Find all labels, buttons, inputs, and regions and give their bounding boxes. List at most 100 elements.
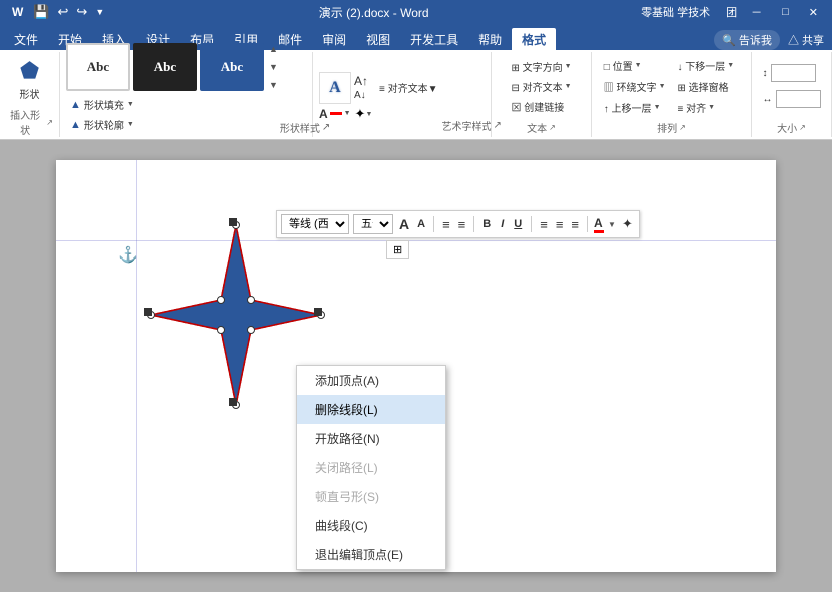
- ribbon-group-text: ⊞ 文字方向▼ ⊟ 对齐文本▼ ⊠ 创建链接 文本 ↗: [492, 52, 592, 137]
- tab-format[interactable]: 格式: [512, 28, 556, 50]
- insert-shape-expand-icon[interactable]: ↗: [46, 118, 53, 127]
- scroll-down-icon[interactable]: ▼: [267, 61, 280, 73]
- outline-dropdown-icon[interactable]: ▼: [127, 121, 134, 128]
- undo-icon[interactable]: ↩: [56, 4, 71, 20]
- select-pane-btn[interactable]: ⊞ 选择窗格: [673, 77, 745, 96]
- height-label: ↕: [763, 68, 768, 79]
- scroll-expand-icon[interactable]: ▼: [267, 79, 280, 91]
- toolbar-divider-4: [587, 216, 588, 232]
- create-link-btn[interactable]: ⊠ 创建链接: [507, 98, 575, 115]
- artword-right-btns: ≡ 对齐文本▼: [375, 79, 442, 96]
- align-center-icon[interactable]: ≡: [456, 217, 468, 232]
- ribbon-group-artword: A A↑ A↓ ≡ 对齐文本▼ A ▼ ✦▼ 艺术字样式↗: [313, 52, 492, 137]
- arrange-group-content: □ 位置▼ ↓ 下移一层▼ ▥ 环绕文字▼ ⊞ 选择窗格 ↑ 上移一层▼ ≡ 对…: [599, 54, 744, 118]
- size-expand-icon[interactable]: ↗: [799, 123, 806, 132]
- move-down-btn[interactable]: ↓ 下移一层▼: [673, 56, 745, 75]
- text-align-btn[interactable]: ⊟ 对齐文本▼: [507, 78, 575, 95]
- tab-help[interactable]: 帮助: [468, 28, 512, 50]
- align-btn-4[interactable]: ≡: [569, 217, 581, 232]
- ctx-open-path[interactable]: 开放路径(N): [297, 424, 445, 453]
- ctx-curve-segment[interactable]: 曲线段(C): [297, 511, 445, 540]
- redo-icon[interactable]: ↪: [74, 4, 89, 20]
- artword-size-up-icon[interactable]: A↑: [354, 74, 368, 88]
- magic-format-icon[interactable]: ✦: [620, 216, 635, 232]
- font-size-select[interactable]: 五号: [353, 214, 393, 234]
- text-expand-icon[interactable]: ↗: [549, 123, 556, 132]
- vertex-tl[interactable]: [218, 297, 225, 304]
- underline-btn[interactable]: U: [511, 217, 525, 231]
- tab-review[interactable]: 审阅: [312, 28, 356, 50]
- bold-btn[interactable]: B: [480, 217, 494, 231]
- text-group-label: 文本 ↗: [527, 118, 556, 135]
- move-up-btn[interactable]: ↑ 上移一层▼: [599, 98, 671, 117]
- tab-file[interactable]: 文件: [4, 28, 48, 50]
- height-input[interactable]: [771, 64, 816, 82]
- align-btn-3[interactable]: ≡: [554, 217, 566, 232]
- vertex-br[interactable]: [248, 327, 255, 334]
- ctx-exit-edit[interactable]: 退出编辑顶点(E): [297, 540, 445, 569]
- artword-style-btn[interactable]: A: [319, 72, 351, 104]
- shape-icon: ⬟: [20, 58, 39, 84]
- shape-style-buttons: Abc Abc Abc ▲ ▼ ▼: [66, 37, 280, 95]
- font-size-up-icon[interactable]: A: [397, 216, 411, 232]
- artword-effect-btn[interactable]: ✦▼: [355, 106, 373, 122]
- size-group-content: ↕ ↔: [763, 54, 821, 118]
- feedback-icon[interactable]: 团: [726, 4, 737, 20]
- shape-outline-btn[interactable]: ▲ 形状轮廓▼: [66, 115, 138, 134]
- width-input[interactable]: [776, 90, 821, 108]
- fill-dropdown-icon[interactable]: ▼: [127, 101, 134, 108]
- italic-btn[interactable]: I: [498, 217, 507, 231]
- context-menu: 添加顶点(A) 删除线段(L) 开放路径(N) 关闭路径(L) 顿直弓形(S) …: [296, 365, 446, 570]
- shape-style-btn-3[interactable]: Abc: [200, 43, 264, 91]
- floating-toolbar: 等线 (西 五号 A A ≡ ≡ B I U ≡ ≡ ≡ A ▼ ✦: [276, 210, 640, 238]
- text-direction-btn[interactable]: ⊞ 文字方向▼: [507, 58, 575, 75]
- width-row: ↔: [763, 90, 821, 108]
- handle-top-center[interactable]: [229, 218, 237, 226]
- tell-me-search[interactable]: 🔍 告诉我: [714, 30, 780, 50]
- vertex-tr[interactable]: [248, 297, 255, 304]
- toolbar-divider-3: [531, 216, 532, 232]
- artword-color-dropdown-icon[interactable]: ▼: [344, 110, 351, 117]
- qat-dropdown-icon[interactable]: ▼: [93, 7, 106, 17]
- toolbar-divider-1: [433, 216, 434, 232]
- font-name-select[interactable]: 等线 (西: [281, 214, 349, 234]
- save-icon[interactable]: 💾: [31, 4, 51, 20]
- handle-left-center[interactable]: [144, 308, 152, 316]
- artword-size-down-icon[interactable]: A↓: [354, 90, 368, 101]
- close-btn[interactable]: ✕: [803, 6, 824, 19]
- shape-style-btn-2[interactable]: Abc: [133, 43, 197, 91]
- artword-align-btn[interactable]: ≡ 对齐文本▼: [375, 79, 442, 96]
- share-btn[interactable]: △ 共享: [788, 32, 824, 48]
- shape-style-btn-1[interactable]: Abc: [66, 43, 130, 91]
- align-btn-2[interactable]: ≡: [538, 217, 550, 232]
- align-left-icon[interactable]: ≡: [440, 217, 452, 232]
- handle-bottom-center[interactable]: [229, 398, 237, 406]
- toolbar-divider-2: [473, 216, 474, 232]
- artword-color-btn[interactable]: A ▼: [319, 107, 351, 121]
- maximize-btn[interactable]: □: [776, 6, 795, 18]
- tab-developer[interactable]: 开发工具: [400, 28, 468, 50]
- font-color-btn[interactable]: A: [594, 216, 604, 233]
- scroll-up-icon[interactable]: ▲: [267, 43, 280, 55]
- ctx-delete-segment[interactable]: 删除线段(L): [297, 395, 445, 424]
- vertex-bl[interactable]: [218, 327, 225, 334]
- artword-effect-dropdown-icon[interactable]: ▼: [365, 111, 372, 118]
- ctx-add-vertex[interactable]: 添加顶点(A): [297, 366, 445, 395]
- minimize-btn[interactable]: －: [745, 4, 768, 20]
- ribbon-group-shape-styles: Abc Abc Abc ▲ ▼ ▼ ▲ 形状填充▼ ▲ 形状轮廓▼: [60, 52, 313, 137]
- position-btn[interactable]: □ 位置▼: [599, 56, 671, 75]
- artword-color-swatch: [330, 112, 342, 115]
- tab-view[interactable]: 视图: [356, 28, 400, 50]
- title-bar-left: W 💾 ↩ ↪ ▼: [8, 4, 106, 20]
- handle-right-center[interactable]: [314, 308, 322, 316]
- wrap-text-btn[interactable]: ▥ 环绕文字▼: [599, 77, 671, 96]
- window-title: 演示 (2).docx - Word: [319, 4, 429, 21]
- ctx-straight-arc: 顿直弓形(S): [297, 482, 445, 511]
- font-size-down-icon[interactable]: A: [415, 218, 427, 230]
- arrange-expand-icon[interactable]: ↗: [679, 123, 686, 132]
- shape-fill-btn[interactable]: ▲ 形状填充▼: [66, 95, 138, 114]
- insert-shape-button[interactable]: ⬟ 形状: [12, 54, 48, 105]
- dropdown-arrow-icon[interactable]: ▼: [608, 220, 616, 229]
- align-btn[interactable]: ≡ 对齐▼: [673, 98, 745, 117]
- artword-bottom-row: A ▼ ✦▼: [319, 106, 442, 122]
